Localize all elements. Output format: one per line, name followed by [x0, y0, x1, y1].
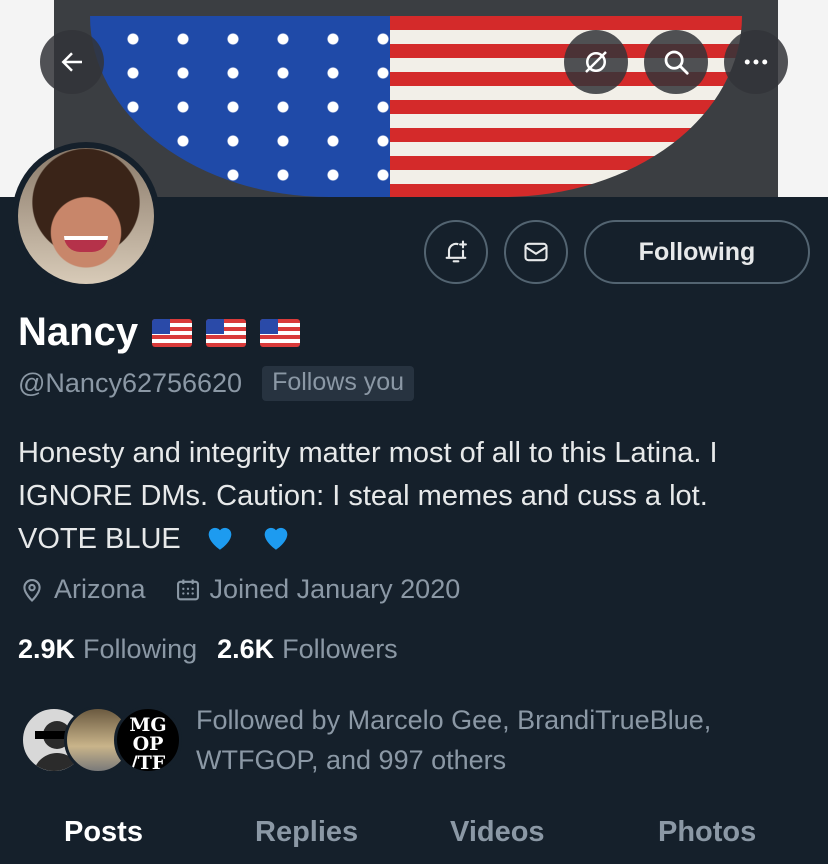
notifications-button[interactable]	[424, 220, 488, 284]
calendar-icon	[176, 579, 199, 600]
blue-heart-icon	[208, 527, 232, 550]
tab-photos[interactable]: Photos	[658, 816, 756, 849]
back-button[interactable]	[40, 30, 104, 94]
followers-count: 2.6K	[217, 634, 275, 664]
location-pin-icon	[23, 578, 41, 602]
banner-flag-graphic	[90, 16, 742, 197]
blue-heart-icon	[264, 527, 288, 550]
envelope-icon	[524, 242, 548, 262]
more-button[interactable]	[724, 30, 788, 94]
tab-videos[interactable]: Videos	[450, 816, 545, 849]
display-name-row: Nancy	[18, 310, 301, 355]
location-text: Arizona	[54, 574, 146, 604]
avatar-photo	[18, 148, 154, 284]
search-icon	[664, 50, 689, 75]
message-button[interactable]	[504, 220, 568, 284]
join-date: Joined January 2020	[174, 574, 461, 605]
search-button[interactable]	[644, 30, 708, 94]
location: Arizona	[18, 574, 146, 605]
profile-bio: Honesty and integrity matter most of all…	[18, 432, 818, 561]
tab-posts[interactable]: Posts	[64, 816, 143, 849]
following-button[interactable]: Following	[584, 220, 810, 284]
following-count-link[interactable]: 2.9K Following	[18, 634, 197, 665]
followed-by-text[interactable]: Followed by Marcelo Gee, BrandiTrueBlue,…	[196, 700, 796, 780]
bio-line: IGNORE DMs. Caution: I steal memes and c…	[18, 480, 708, 512]
following-count: 2.9K	[18, 634, 76, 664]
bio-line-3: VOTE BLUE	[18, 518, 818, 561]
display-name: Nancy	[18, 310, 139, 354]
arrow-left-icon	[61, 52, 82, 72]
followers-label: Followers	[282, 634, 398, 664]
bell-plus-icon	[445, 240, 467, 263]
following-label: Following	[83, 634, 198, 664]
us-flag-emoji	[206, 318, 247, 347]
us-flag-emoji	[260, 318, 301, 347]
mutual-avatar: MG OP /TF	[114, 706, 182, 774]
profile-avatar[interactable]	[12, 142, 160, 290]
more-icon	[744, 59, 768, 65]
follow-stats: 2.9K Following 2.6K Followers	[18, 634, 418, 665]
grok-icon	[585, 51, 607, 73]
bio-line: VOTE BLUE	[18, 523, 181, 555]
handle-row: @Nancy62756620 Follows you	[18, 366, 415, 401]
follows-you-badge: Follows you	[262, 366, 415, 401]
tab-replies[interactable]: Replies	[255, 816, 358, 849]
us-flag-emoji	[152, 318, 193, 347]
bio-line: Honesty and integrity matter most of all…	[18, 437, 718, 469]
followers-count-link[interactable]: 2.6K Followers	[217, 634, 398, 665]
profile-tabs: Posts Replies Videos Photos	[0, 806, 828, 864]
profile-meta: Arizona Joined January 2020	[18, 574, 488, 605]
grok-button[interactable]	[564, 30, 628, 94]
username-handle: @Nancy62756620	[18, 368, 243, 398]
join-date-text: Joined January 2020	[209, 574, 461, 604]
